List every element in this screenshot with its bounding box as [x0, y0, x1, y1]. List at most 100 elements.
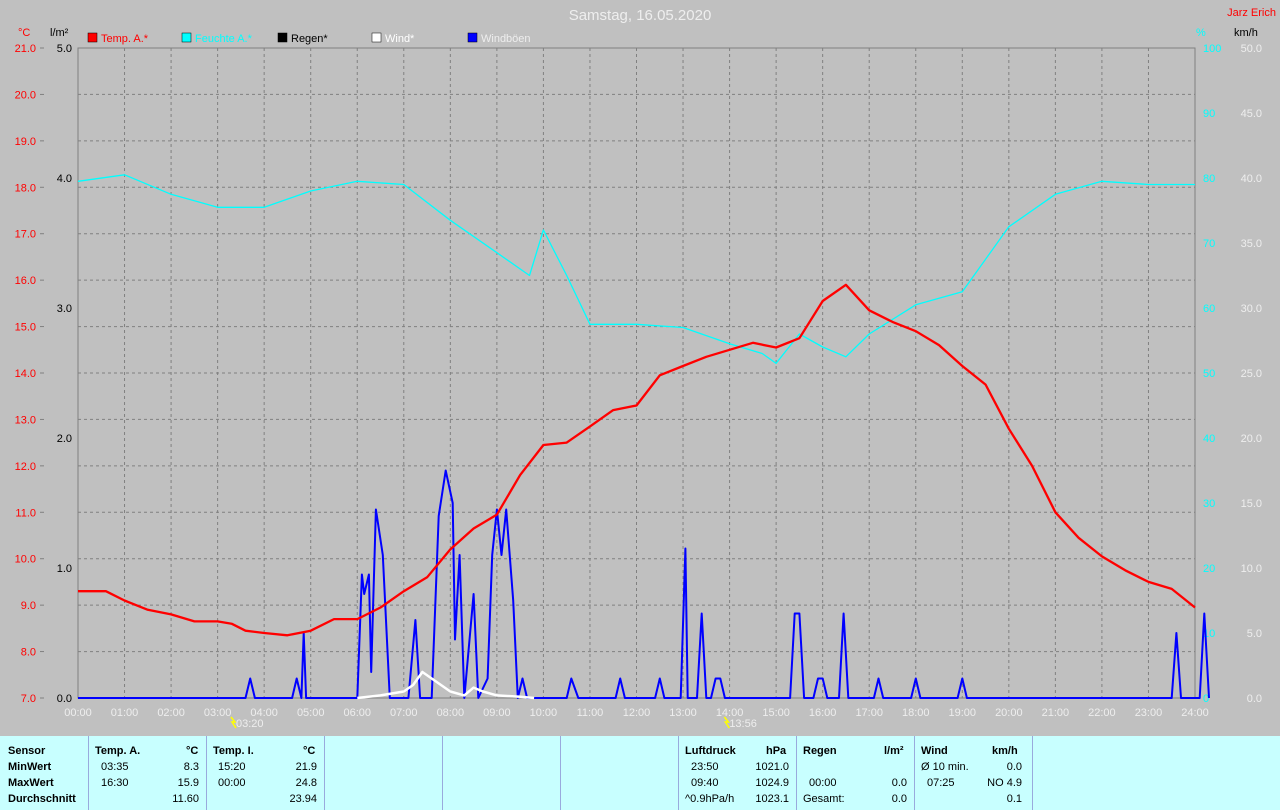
x-tick-label: 19:00 — [949, 707, 977, 719]
wind-tick-label: 25.0 — [1241, 368, 1262, 380]
stats-temp-a-header: Temp. A. — [95, 745, 141, 757]
stats-avg-label: Durchschnitt — [8, 793, 76, 805]
x-tick-label: 21:00 — [1042, 707, 1070, 719]
stats-table: Sensor MinWert MaxWert Durchschnitt Temp… — [0, 736, 1280, 810]
wind-tick-label: 15.0 — [1241, 498, 1262, 510]
temp-tick-label: 7.0 — [21, 693, 36, 705]
x-tick-label: 09:00 — [483, 707, 511, 719]
chart-title: Samstag, 16.05.2020 — [569, 7, 712, 24]
stats-rain-max: 0.0 — [891, 777, 907, 789]
stats-temp-i-unit: °C — [303, 745, 316, 757]
hum-tick-label: 80 — [1203, 173, 1215, 185]
x-tick-label: 03:00 — [204, 707, 232, 719]
x-tick-label: 00:00 — [64, 707, 92, 719]
stats-temp-a-min: 8.3 — [183, 761, 199, 773]
x-tick-label: 02:00 — [157, 707, 185, 719]
temp-tick-label: 11.0 — [15, 507, 36, 519]
wind-tick-label: 10.0 — [1241, 563, 1262, 575]
stats-temp-i-min-time: 15:20 — [218, 761, 246, 773]
temp-tick-label: 18.0 — [15, 182, 36, 194]
temp-tick-label: 17.0 — [15, 229, 36, 241]
legend-swatch — [277, 32, 288, 43]
stats-min-label: MinWert — [8, 761, 52, 773]
temp-tick-label: 8.0 — [21, 647, 36, 659]
hum-tick-label: 70 — [1203, 238, 1215, 250]
hum-tick-label: 50 — [1203, 368, 1215, 380]
x-tick-label: 15:00 — [762, 707, 790, 719]
temp-tick-label: 15.0 — [15, 322, 36, 334]
stats-pressure-min: 1021.0 — [755, 761, 789, 773]
x-tick-label: 08:00 — [437, 707, 465, 719]
wind-tick-label: 30.0 — [1241, 303, 1262, 315]
hum-tick-label: 40 — [1203, 433, 1215, 445]
stats-temp-a-avg: 11.60 — [172, 793, 199, 805]
x-tick-label: 23:00 — [1135, 707, 1163, 719]
stats-wind-10min: 0.0 — [1006, 761, 1022, 773]
temp-tick-label: 20.0 — [15, 89, 36, 101]
stats-temp-i-max: 24.8 — [295, 777, 317, 789]
stats-wind-header: Wind — [921, 745, 948, 757]
stats-temp-a-unit: °C — [186, 745, 199, 757]
rain-tick-label: 2.0 — [57, 433, 72, 445]
stats-temp-a-max: 15.9 — [177, 777, 199, 789]
legend-label: Wind* — [385, 33, 415, 45]
x-tick-label: 17:00 — [855, 707, 883, 719]
stats-max-label: MaxWert — [8, 777, 54, 789]
hum-tick-label: 20 — [1203, 563, 1215, 575]
x-tick-label: 22:00 — [1088, 707, 1116, 719]
temp-tick-label: 12.0 — [15, 461, 36, 473]
legend-label: Regen* — [291, 33, 328, 45]
stats-temp-i-header: Temp. I. — [213, 745, 254, 757]
legend-swatch — [467, 32, 478, 43]
temp-tick-label: 16.0 — [15, 275, 36, 287]
x-tick-label: 10:00 — [530, 707, 558, 719]
stats-wind-unit: km/h — [992, 745, 1018, 757]
marker-label: 03:20 — [236, 718, 264, 730]
chart-grid — [77, 47, 1196, 699]
wind-tick-label: 40.0 — [1241, 173, 1262, 185]
x-tick-label: 01:00 — [111, 707, 139, 719]
stats-wind-avg: 0.1 — [1006, 793, 1022, 805]
rain-axis-unit: l/m² — [50, 27, 69, 39]
rain-tick-label: 1.0 — [57, 563, 72, 575]
rain-tick-label: 3.0 — [57, 303, 72, 315]
stats-temp-a-min-time: 03:35 — [101, 761, 129, 773]
stats-pressure-max: 1024.9 — [755, 777, 789, 789]
wind-tick-label: 50.0 — [1241, 43, 1262, 55]
rain-tick-label: 4.0 — [57, 173, 72, 185]
stats-pressure-header: Luftdruck — [685, 745, 736, 757]
stats-rain-total-label: Gesamt: — [803, 793, 845, 805]
x-tick-label: 20:00 — [995, 707, 1023, 719]
stats-wind-max-time: 07:25 — [927, 777, 955, 789]
x-tick-label: 05:00 — [297, 707, 325, 719]
stats-sensor-header: Sensor — [8, 745, 46, 757]
hum-tick-label: 30 — [1203, 498, 1215, 510]
stats-wind-max: NO 4.9 — [987, 777, 1022, 789]
stats-pressure-trend: ^0.9hPa/h — [685, 793, 735, 805]
wind-axis-unit: km/h — [1234, 27, 1258, 39]
legend-label: Temp. A.* — [101, 33, 149, 45]
stats-pressure-min-time: 23:50 — [691, 761, 719, 773]
stats-temp-i-min: 21.9 — [295, 761, 317, 773]
author-label: Jarz Erich — [1227, 7, 1276, 19]
hum-axis-unit: % — [1196, 27, 1206, 39]
wind-tick-label: 35.0 — [1241, 238, 1262, 250]
chart-legend: Temp. A.* Feuchte A.* Regen* Wind* Windböen — [87, 32, 531, 45]
hum-tick-label: 90 — [1203, 108, 1215, 120]
temp-tick-label: 13.0 — [15, 414, 36, 426]
x-tick-label: 06:00 — [343, 707, 371, 719]
temp-tick-label: 21.0 — [15, 43, 36, 55]
hum-tick-label: 100 — [1203, 43, 1221, 55]
wind-tick-label: 5.0 — [1247, 628, 1262, 640]
stats-temp-i-max-time: 00:00 — [218, 777, 246, 789]
legend-swatch — [87, 32, 98, 43]
legend-label: Feuchte A.* — [195, 33, 253, 45]
stats-rain-total: 0.0 — [891, 793, 907, 805]
x-tick-label: 24:00 — [1181, 707, 1209, 719]
stats-pressure-avg: 1023.1 — [755, 793, 789, 805]
x-tick-label: 13:00 — [669, 707, 697, 719]
x-tick-label: 12:00 — [623, 707, 651, 719]
temp-axis-unit: °C — [18, 27, 30, 39]
rain-tick-label: 5.0 — [57, 43, 72, 55]
wind-tick-label: 0.0 — [1247, 693, 1262, 705]
